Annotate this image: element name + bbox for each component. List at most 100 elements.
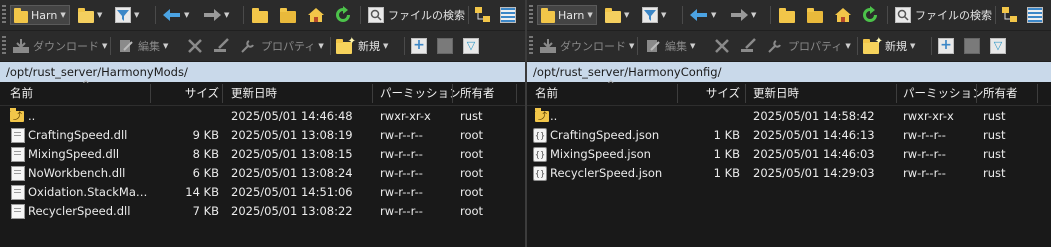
- download-label: ダウンロード: [33, 40, 99, 53]
- parent-directory-button[interactable]: [779, 4, 795, 26]
- column-divider[interactable]: [372, 84, 373, 103]
- select-minus-button[interactable]: [964, 35, 980, 57]
- column-permissions[interactable]: パーミッション: [380, 82, 461, 105]
- column-divider[interactable]: [976, 84, 977, 103]
- column-owner[interactable]: 所有者: [460, 82, 495, 105]
- column-name[interactable]: ^ 名前: [535, 80, 675, 105]
- file-row[interactable]: {} MixingSpeed.json 1 KB 2025/05/01 14:4…: [527, 145, 1051, 164]
- properties-icon: [768, 40, 781, 53]
- root-directory-button[interactable]: [807, 4, 823, 26]
- toolbar-grip[interactable]: [2, 5, 6, 25]
- column-divider[interactable]: [222, 84, 223, 103]
- parent-directory-icon: [779, 7, 795, 23]
- select-plus-button[interactable]: +: [938, 35, 954, 57]
- chevron-down-icon: ▼: [102, 42, 108, 50]
- download-button[interactable]: ダウンロード ▼: [539, 35, 634, 57]
- file-row[interactable]: {} RecyclerSpeed.json 1 KB 2025/05/01 14…: [527, 164, 1051, 183]
- refresh-button[interactable]: [334, 4, 352, 26]
- column-name[interactable]: ^ 名前: [10, 80, 150, 105]
- parent-directory-row[interactable]: .. 2025/05/01 14:46:48 rwxr-xr-x rust: [0, 107, 525, 127]
- new-button[interactable]: ✦ 新規 ▼: [336, 35, 388, 57]
- column-divider[interactable]: [745, 84, 746, 103]
- open-folder-button[interactable]: ▼: [78, 4, 102, 26]
- file-permissions: rw-r--r--: [380, 185, 423, 199]
- file-row[interactable]: NoWorkbench.dll 6 KB 2025/05/01 13:08:24…: [0, 164, 525, 183]
- view-mode-button[interactable]: [500, 4, 516, 26]
- folder-dropdown-label: Harn: [558, 8, 585, 22]
- tree-view-icon: [1002, 7, 1017, 22]
- file-row[interactable]: {} CraftingSpeed.json 1 KB 2025/05/01 14…: [527, 126, 1051, 145]
- select-plus-button[interactable]: +: [411, 35, 427, 57]
- select-minus-button[interactable]: [437, 35, 453, 57]
- select-invert-button[interactable]: ▽: [463, 35, 479, 57]
- separator: [887, 6, 888, 24]
- column-size[interactable]: サイズ: [678, 82, 740, 105]
- find-files-button[interactable]: ファイルの検索: [368, 4, 465, 26]
- home-button[interactable]: [834, 4, 852, 26]
- parent-directory-button[interactable]: [252, 4, 268, 26]
- edit-button[interactable]: 編集 ▼: [645, 35, 695, 57]
- rename-button[interactable]: [213, 35, 231, 57]
- properties-button[interactable]: プロパティ ▼: [767, 35, 851, 57]
- filter-button[interactable]: ▼: [642, 4, 666, 26]
- toolbar-grip[interactable]: [529, 5, 533, 25]
- file-row[interactable]: MixingSpeed.dll 8 KB 2025/05/01 13:08:15…: [0, 145, 525, 164]
- find-files-button[interactable]: ファイルの検索: [895, 4, 992, 26]
- forward-button[interactable]: ▼: [203, 4, 229, 26]
- file-row[interactable]: Oxidation.StackMana... 14 KB 2025/05/01 …: [0, 183, 525, 202]
- navigation-toolbar: Harn ▼ ▼ ▼ ▼ ▼ ファイルの検索: [0, 0, 525, 31]
- toolbar-grip[interactable]: [529, 36, 533, 56]
- rename-button[interactable]: [740, 35, 758, 57]
- path-bar[interactable]: /opt/rust_server/HarmonyConfig/: [527, 62, 1051, 82]
- properties-button[interactable]: プロパティ ▼: [240, 35, 324, 57]
- edit-label: 編集: [665, 40, 687, 53]
- delete-icon: [188, 39, 202, 53]
- new-button[interactable]: ✦ 新規 ▼: [863, 35, 915, 57]
- download-button[interactable]: ダウンロード ▼: [12, 35, 107, 57]
- column-owner[interactable]: 所有者: [983, 82, 1018, 105]
- view-mode-button[interactable]: [1027, 4, 1043, 26]
- file-row[interactable]: RecyclerSpeed.dll 7 KB 2025/05/01 13:08:…: [0, 202, 525, 221]
- column-divider[interactable]: [452, 84, 453, 103]
- back-button[interactable]: ▼: [163, 4, 189, 26]
- delete-button[interactable]: [714, 35, 730, 57]
- delete-button[interactable]: [187, 35, 203, 57]
- column-modified[interactable]: 更新日時: [231, 82, 277, 105]
- tree-view-button[interactable]: [1001, 4, 1019, 26]
- back-button[interactable]: ▼: [690, 4, 716, 26]
- new-icon: ✦: [863, 36, 883, 54]
- new-label: 新規: [885, 40, 907, 53]
- parent-directory-row[interactable]: .. 2025/05/01 14:58:42 rwxr-xr-x rust: [527, 107, 1051, 127]
- file-name: RecyclerSpeed.dll: [28, 204, 131, 218]
- column-permissions[interactable]: パーミッション: [903, 82, 984, 105]
- chevron-down-icon: ▼: [318, 42, 324, 50]
- file-list: .. 2025/05/01 14:46:48 rwxr-xr-x rust Cr…: [0, 107, 525, 221]
- properties-icon: [241, 40, 254, 53]
- file-modified: 2025/05/01 14:46:03: [753, 147, 875, 161]
- refresh-button[interactable]: [861, 4, 879, 26]
- filter-button[interactable]: ▼: [115, 4, 139, 26]
- column-divider[interactable]: [516, 84, 517, 103]
- column-modified[interactable]: 更新日時: [753, 82, 799, 105]
- column-size[interactable]: サイズ: [151, 82, 219, 105]
- home-button[interactable]: [307, 4, 325, 26]
- download-icon: [13, 39, 29, 53]
- folder-dropdown[interactable]: Harn ▼: [10, 5, 70, 25]
- open-folder-button[interactable]: ▼: [605, 4, 629, 26]
- column-divider[interactable]: [896, 84, 897, 103]
- toolbar-grip[interactable]: [2, 36, 6, 56]
- file-permissions: rw-r--r--: [380, 128, 423, 142]
- root-directory-button[interactable]: [280, 4, 296, 26]
- column-divider[interactable]: [1037, 84, 1038, 103]
- separator: [857, 37, 858, 55]
- path-bar[interactable]: /opt/rust_server/HarmonyMods/: [0, 62, 525, 82]
- select-invert-button[interactable]: ▽: [990, 35, 1006, 57]
- edit-button[interactable]: 編集 ▼: [118, 35, 168, 57]
- folder-dropdown[interactable]: Harn ▼: [537, 5, 597, 25]
- file-modified: 2025/05/01 13:08:15: [231, 147, 353, 161]
- forward-button[interactable]: ▼: [730, 4, 756, 26]
- edit-icon: [647, 40, 660, 52]
- tree-view-button[interactable]: [474, 4, 492, 26]
- file-permissions: rwxr-xr-x: [903, 109, 954, 123]
- file-row[interactable]: CraftingSpeed.dll 9 KB 2025/05/01 13:08:…: [0, 126, 525, 145]
